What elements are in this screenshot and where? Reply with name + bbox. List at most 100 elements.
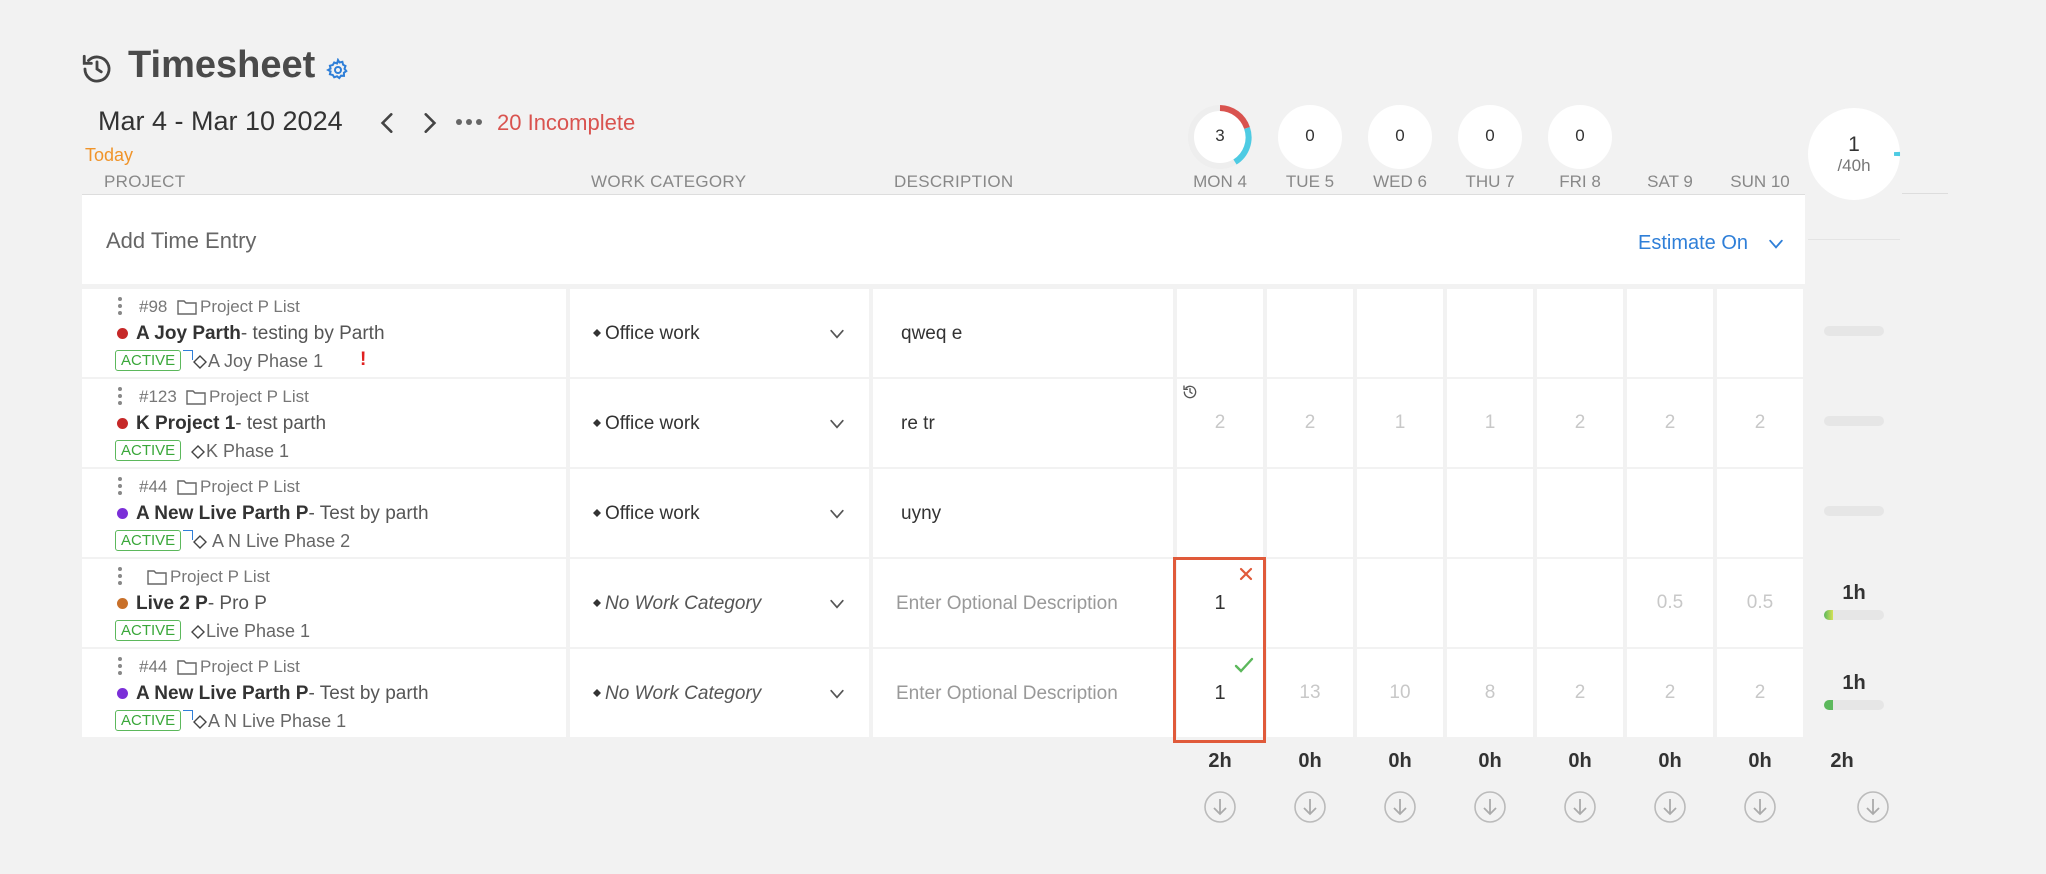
download-icon[interactable] [1203,790,1237,824]
diamond-icon [593,689,601,697]
project-name[interactable]: A New Live Parth P- Test by parth [136,503,429,525]
diamond-icon [191,625,205,639]
download-icon[interactable] [1563,790,1597,824]
hours-cell[interactable] [1537,469,1623,557]
download-icon[interactable] [1856,790,1890,824]
hours-cell[interactable] [1717,469,1803,557]
more-icon[interactable] [455,114,483,130]
alert-indicator: ! [360,349,367,370]
column-header-description: DESCRIPTION [894,172,1014,191]
chevron-down-icon[interactable] [827,414,847,434]
chevron-down-icon[interactable] [827,324,847,344]
day-footer-total: 0h [1658,750,1682,772]
download-icon[interactable] [1383,790,1417,824]
hours-value[interactable]: 2 [1717,682,1803,704]
chevron-right-icon[interactable] [416,110,442,136]
hours-cell[interactable] [1537,559,1623,647]
chevron-down-icon[interactable] [827,594,847,614]
chevron-down-icon[interactable] [827,684,847,704]
close-icon[interactable] [1237,565,1255,583]
hours-cell[interactable] [1627,469,1713,557]
download-icon[interactable] [1653,790,1687,824]
folder-icon [177,300,197,315]
day-header: TUE 5 [1285,172,1335,191]
project-color-dot [117,598,128,609]
hours-value[interactable]: 2 [1267,412,1353,434]
download-icon[interactable] [1473,790,1507,824]
day-footer-total: 0h [1298,750,1322,772]
description-text[interactable]: uyny [901,503,941,525]
hours-cell[interactable] [1717,289,1803,377]
hours-value[interactable]: 2 [1537,682,1623,704]
date-range: Mar 4 - Mar 10 2024 [98,106,343,136]
project-name[interactable]: K Project 1- test parth [136,413,326,435]
hours-value[interactable]: 2 [1627,682,1713,704]
row-menu-icon[interactable] [117,477,123,499]
hours-value[interactable]: 1 [1357,412,1443,434]
clock-icon[interactable] [1182,384,1198,400]
description-text[interactable]: qweq e [901,323,962,345]
hours-cell[interactable] [1177,469,1263,557]
hours-value[interactable]: 10 [1357,682,1443,704]
chevron-left-icon[interactable] [375,110,401,136]
hours-cell[interactable] [1357,469,1443,557]
row-menu-icon[interactable] [117,657,123,679]
day-ring-value: 3 [1215,126,1225,145]
day-footer-total: 2h [1208,750,1232,772]
work-category-value: Office work [605,503,700,524]
work-category-value: No Work Category [605,593,762,614]
hours-cell[interactable] [1267,289,1353,377]
add-time-entry-input[interactable]: Add Time Entry [106,228,256,254]
project-name[interactable]: A New Live Parth P- Test by parth [136,683,429,705]
project-name[interactable]: A Joy Parth- testing by Parth [136,323,385,345]
add-time-entry-row[interactable] [82,194,1805,284]
phase-name: A N Live Phase 2 [212,531,351,551]
hours-cell[interactable] [1357,559,1443,647]
hours-cell[interactable] [1447,559,1533,647]
day-footer-total: 0h [1388,750,1412,772]
gear-icon[interactable] [326,58,350,82]
today-link[interactable]: Today [85,145,133,166]
list-name: Project P List [209,387,309,406]
download-icon[interactable] [1743,790,1777,824]
hours-value[interactable]: 0.5 [1627,592,1713,614]
incomplete-count[interactable]: 20 Incomplete [497,110,635,136]
description-placeholder[interactable]: Enter Optional Description [896,683,1118,705]
hours-value[interactable]: 1 [1447,412,1533,434]
project-color-dot [117,418,128,429]
hours-value[interactable]: 0.5 [1717,592,1803,614]
estimate-toggle[interactable]: Estimate On [1638,232,1748,255]
hours-value[interactable]: 2 [1717,412,1803,434]
day-header: MON 4 [1193,172,1247,191]
hours-value[interactable]: 13 [1267,682,1353,704]
list-name: Project P List [200,657,300,676]
row-menu-icon[interactable] [117,387,123,409]
hours-cell[interactable] [1447,469,1533,557]
work-category-value: No Work Category [605,683,762,704]
row-progress-bar [1824,416,1884,426]
hours-cell[interactable] [1177,289,1263,377]
description-placeholder[interactable]: Enter Optional Description [896,593,1118,615]
hours-cell[interactable] [1267,469,1353,557]
row-menu-icon[interactable] [117,567,123,589]
chevron-down-icon[interactable] [1766,234,1786,254]
download-icon[interactable] [1293,790,1327,824]
hours-cell[interactable] [1447,289,1533,377]
row-menu-icon[interactable] [117,297,123,319]
row-progress-bar [1824,506,1884,516]
project-name[interactable]: Live 2 P- Pro P [136,593,267,615]
hours-cell[interactable] [1627,289,1713,377]
hours-cell[interactable] [1267,559,1353,647]
project-color-dot [117,328,128,339]
hours-cell[interactable] [1357,289,1443,377]
description-text[interactable]: re tr [901,413,935,435]
hours-value[interactable]: 2 [1537,412,1623,434]
hours-cell[interactable] [1537,289,1623,377]
hours-value[interactable]: 8 [1447,682,1533,704]
row-progress-fill [1824,610,1833,620]
chevron-down-icon[interactable] [827,504,847,524]
check-icon[interactable] [1233,656,1255,674]
hours-value[interactable]: 2 [1627,412,1713,434]
week-footer-total: 2h [1830,750,1854,772]
hours-value[interactable]: 2 [1177,412,1263,434]
